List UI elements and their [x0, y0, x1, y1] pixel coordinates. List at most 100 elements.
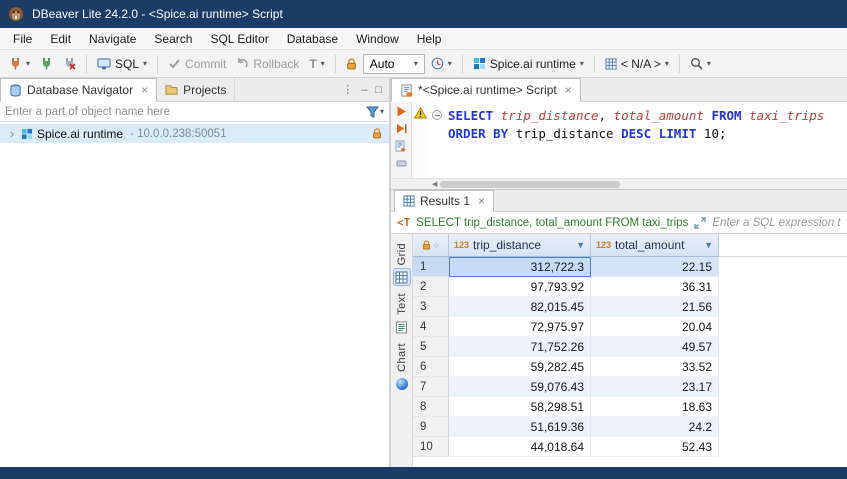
row-number[interactable]: 9: [413, 417, 449, 437]
transaction-mode-select[interactable]: Auto ▾: [363, 54, 425, 74]
menu-item-edit[interactable]: Edit: [41, 29, 80, 49]
presentation-tab-chart[interactable]: Chart: [393, 343, 411, 393]
row-number[interactable]: 3: [413, 297, 449, 317]
grid-presentation-icon[interactable]: [393, 268, 411, 286]
sort-indicator-icon[interactable]: ▼: [704, 240, 713, 250]
sql-token: [493, 108, 501, 123]
open-sql-editor-button[interactable]: SQL ▾: [93, 54, 151, 74]
cell-total_amount[interactable]: 36.31: [591, 277, 719, 297]
sql-token: ORDER BY: [448, 126, 508, 141]
rollback-button[interactable]: Rollback: [232, 54, 303, 74]
scrollbar-thumb[interactable]: [440, 181, 620, 188]
transaction-log-button[interactable]: T ▾: [305, 54, 328, 74]
cell-trip_distance[interactable]: 312,722.3: [449, 257, 591, 277]
new-connection-button[interactable]: ▾: [5, 54, 34, 73]
cell-trip_distance[interactable]: 44,018.64: [449, 437, 591, 457]
cell-trip_distance[interactable]: 97,793.92: [449, 277, 591, 297]
sql-code[interactable]: SELECT trip_distance, total_amount FROM …: [429, 102, 847, 178]
menu-item-database[interactable]: Database: [278, 29, 347, 49]
row-number[interactable]: 5: [413, 337, 449, 357]
cell-trip_distance[interactable]: 58,298.51: [449, 397, 591, 417]
cell-total_amount[interactable]: 20.04: [591, 317, 719, 337]
row-number[interactable]: 4: [413, 317, 449, 337]
editor-horizontal-scrollbar[interactable]: ◀: [391, 178, 847, 189]
fold-marker-icon[interactable]: [432, 110, 442, 120]
row-number[interactable]: 8: [413, 397, 449, 417]
sql-token: taxi_trips: [749, 108, 824, 123]
expand-filter-icon[interactable]: [694, 217, 706, 229]
row-number[interactable]: 1: [413, 257, 449, 277]
connect-button[interactable]: [36, 54, 57, 73]
menu-item-window[interactable]: Window: [347, 29, 408, 49]
sql-token: ,: [599, 108, 614, 123]
tab-sql-script[interactable]: *<Spice.ai runtime> Script ×: [391, 78, 581, 102]
cell-trip_distance[interactable]: 59,282.45: [449, 357, 591, 377]
close-tab-icon[interactable]: ×: [141, 83, 148, 97]
object-filter-input[interactable]: [0, 106, 366, 118]
tab-projects[interactable]: Projects: [157, 78, 235, 101]
minimize-view-icon[interactable]: –: [361, 84, 367, 96]
disconnect-button[interactable]: [59, 54, 80, 73]
cell-trip_distance[interactable]: 59,076.43: [449, 377, 591, 397]
menu-item-sql-editor[interactable]: SQL Editor: [201, 29, 277, 49]
transaction-mode-lock-icon[interactable]: [342, 55, 361, 73]
expand-chevron-icon[interactable]: ›: [7, 127, 17, 140]
dropdown-arrow-icon: ▾: [26, 60, 30, 68]
close-tab-icon[interactable]: ×: [565, 83, 572, 97]
tree-item-spice-connection[interactable]: › Spice.ai runtime - 10.0.0.238:50051: [0, 124, 389, 143]
active-schema-selector[interactable]: < N/A > ▾: [601, 54, 673, 74]
text-presentation-icon[interactable]: [393, 318, 411, 336]
tab-database-navigator[interactable]: Database Navigator ×: [0, 78, 157, 102]
row-number[interactable]: 2: [413, 277, 449, 297]
presentation-tab-text[interactable]: Text: [393, 293, 411, 336]
row-number[interactable]: 10: [413, 437, 449, 457]
sort-indicator-icon[interactable]: ▼: [576, 240, 585, 250]
funnel-filter-icon[interactable]: [366, 106, 379, 118]
execute-script-icon[interactable]: [395, 140, 407, 152]
cell-trip_distance[interactable]: 71,752.26: [449, 337, 591, 357]
explain-plan-icon[interactable]: [396, 158, 407, 169]
column-header-trip_distance[interactable]: 123trip_distance▼: [449, 234, 591, 257]
cell-total_amount[interactable]: 49.57: [591, 337, 719, 357]
cell-trip_distance[interactable]: 82,015.45: [449, 297, 591, 317]
query-history-button[interactable]: ▾: [427, 54, 456, 73]
cell-total_amount[interactable]: 33.52: [591, 357, 719, 377]
dropdown-arrow-icon[interactable]: ▾: [380, 108, 384, 116]
close-tab-icon[interactable]: ×: [478, 194, 485, 208]
execute-statement-icon[interactable]: [396, 106, 407, 117]
chart-presentation-icon[interactable]: [393, 375, 411, 393]
cell-total_amount[interactable]: 21.56: [591, 297, 719, 317]
connection-address: - 10.0.0.238:50051: [130, 128, 227, 140]
cell-trip_distance[interactable]: 51,619.36: [449, 417, 591, 437]
menu-item-file[interactable]: File: [4, 29, 41, 49]
presentation-strip: Grid Text Chart: [391, 234, 413, 467]
cell-trip_distance[interactable]: 72,975.97: [449, 317, 591, 337]
menu-item-search[interactable]: Search: [145, 29, 201, 49]
active-connection-selector[interactable]: Spice.ai runtime ▾: [469, 54, 588, 74]
filter-expression-placeholder[interactable]: Enter a SQL expression to: [712, 217, 841, 229]
view-menu-icon[interactable]: ⋮: [342, 83, 353, 96]
search-button[interactable]: ▾: [686, 54, 715, 73]
presentation-tab-grid[interactable]: Grid: [393, 243, 411, 286]
execute-new-tab-icon[interactable]: [396, 123, 407, 134]
menu-item-navigate[interactable]: Navigate: [80, 29, 145, 49]
toolbar-separator: [157, 55, 158, 73]
cell-total_amount[interactable]: 23.17: [591, 377, 719, 397]
dropdown-arrow-icon: ▾: [448, 60, 452, 68]
tab-results-1[interactable]: Results 1 ×: [394, 190, 494, 212]
grid-body: 1312,722.322.15 297,793.9236.31 382,015.45…: [413, 257, 847, 467]
column-header-total_amount[interactable]: 123total_amount▼: [591, 234, 719, 257]
cell-total_amount[interactable]: 18.63: [591, 397, 719, 417]
commit-button[interactable]: Commit: [164, 54, 230, 74]
dbeaver-logo-icon: [8, 6, 24, 22]
grid-corner-cell[interactable]: ○: [413, 234, 449, 257]
maximize-view-icon[interactable]: □: [375, 84, 382, 96]
cell-total_amount[interactable]: 22.15: [591, 257, 719, 277]
scroll-left-icon[interactable]: ◀: [429, 180, 440, 188]
menu-item-help[interactable]: Help: [408, 29, 451, 49]
warning-icon[interactable]: [414, 107, 427, 119]
row-number[interactable]: 6: [413, 357, 449, 377]
cell-total_amount[interactable]: 52.43: [591, 437, 719, 457]
row-number[interactable]: 7: [413, 377, 449, 397]
cell-total_amount[interactable]: 24.2: [591, 417, 719, 437]
